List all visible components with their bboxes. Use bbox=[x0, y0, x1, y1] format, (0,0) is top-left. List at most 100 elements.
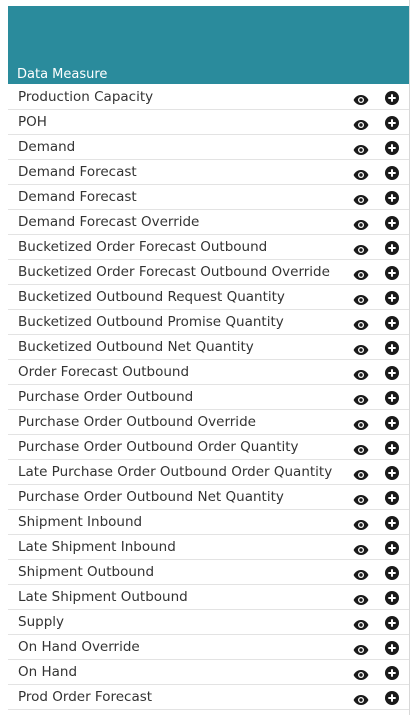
add-circle-icon[interactable] bbox=[385, 215, 399, 230]
eye-icon[interactable] bbox=[353, 216, 369, 230]
eye-icon[interactable] bbox=[353, 491, 369, 505]
eye-icon[interactable] bbox=[353, 616, 369, 630]
add-circle-icon[interactable] bbox=[385, 665, 399, 680]
list-item[interactable]: Shipment Outbound bbox=[8, 560, 409, 585]
measure-label: Prod Order Forecast bbox=[18, 689, 153, 705]
add-circle-icon[interactable] bbox=[385, 340, 399, 355]
eye-icon[interactable] bbox=[353, 266, 369, 280]
list-item[interactable]: Purchase Order Outbound bbox=[8, 385, 409, 410]
eye-icon[interactable] bbox=[353, 391, 369, 405]
list-item[interactable]: Demand Forecast Override bbox=[8, 210, 409, 235]
eye-icon[interactable] bbox=[353, 366, 369, 380]
eye-icon[interactable] bbox=[353, 666, 369, 680]
list-item[interactable]: Order Forecast Outbound bbox=[8, 360, 409, 385]
add-circle-icon[interactable] bbox=[385, 565, 399, 580]
measure-label: Demand Forecast Override bbox=[18, 214, 200, 230]
list-item[interactable]: Prod Order Forecast bbox=[8, 685, 409, 710]
measure-list: Production Capacity POH Demand Demand Forec… bbox=[8, 85, 409, 715]
eye-icon[interactable] bbox=[353, 566, 369, 580]
eye-icon[interactable] bbox=[353, 416, 369, 430]
measure-label: Supply bbox=[18, 614, 65, 630]
add-circle-icon[interactable] bbox=[385, 515, 399, 530]
list-item[interactable]: Purchase Order Outbound Net Quantity bbox=[8, 485, 409, 510]
list-item[interactable]: Bucketized Order Forecast Outbound Overr… bbox=[8, 260, 409, 285]
eye-icon[interactable] bbox=[353, 166, 369, 180]
add-circle-icon[interactable] bbox=[385, 265, 399, 280]
add-circle-icon[interactable] bbox=[385, 465, 399, 480]
list-item[interactable]: Bucketized Outbound Promise Quantity bbox=[8, 310, 409, 335]
eye-icon[interactable] bbox=[353, 141, 369, 155]
add-circle-icon[interactable] bbox=[385, 490, 399, 505]
measure-label: Late Shipment Inbound bbox=[18, 539, 176, 555]
measure-label: Bucketized Outbound Request Quantity bbox=[18, 289, 285, 305]
eye-icon[interactable] bbox=[353, 466, 369, 480]
list-item[interactable]: On Hand Override bbox=[8, 635, 409, 660]
add-circle-icon[interactable] bbox=[385, 315, 399, 330]
add-circle-icon[interactable] bbox=[385, 115, 399, 130]
measure-label: POH bbox=[18, 114, 47, 130]
eye-icon[interactable] bbox=[353, 191, 369, 205]
eye-icon[interactable] bbox=[353, 316, 369, 330]
eye-icon[interactable] bbox=[353, 691, 369, 705]
add-circle-icon[interactable] bbox=[385, 190, 399, 205]
measure-label: Order Forecast Outbound bbox=[18, 364, 190, 380]
measure-label: On Hand bbox=[18, 664, 78, 680]
list-item[interactable]: Late Shipment Inbound bbox=[8, 535, 409, 560]
list-item[interactable]: POH bbox=[8, 110, 409, 135]
measure-label: Purchase Order Outbound Override bbox=[18, 414, 256, 430]
add-circle-icon[interactable] bbox=[385, 540, 399, 555]
add-circle-icon[interactable] bbox=[385, 440, 399, 455]
add-circle-icon[interactable] bbox=[385, 165, 399, 180]
list-item[interactable]: Late Purchase Order Outbound Order Quant… bbox=[8, 460, 409, 485]
list-item[interactable]: Purchase Order Outbound Override bbox=[8, 410, 409, 435]
list-item[interactable]: Supply bbox=[8, 610, 409, 635]
add-circle-icon[interactable] bbox=[385, 290, 399, 305]
list-item[interactable]: Late Shipment Outbound bbox=[8, 585, 409, 610]
add-circle-icon[interactable] bbox=[385, 640, 399, 655]
panel-header: Data Measure bbox=[8, 6, 409, 84]
list-item[interactable]: Bucketized Order Forecast Outbound bbox=[8, 235, 409, 260]
measure-label: Bucketized Outbound Promise Quantity bbox=[18, 314, 284, 330]
add-circle-icon[interactable] bbox=[385, 590, 399, 605]
eye-icon[interactable] bbox=[353, 541, 369, 555]
measure-label: Production Capacity bbox=[18, 89, 154, 105]
list-item[interactable]: Production Capacity bbox=[8, 85, 409, 110]
measure-label: On Hand Override bbox=[18, 639, 140, 655]
eye-icon[interactable] bbox=[353, 641, 369, 655]
eye-icon[interactable] bbox=[353, 91, 369, 105]
add-circle-icon[interactable] bbox=[385, 240, 399, 255]
measure-label: Shipment Inbound bbox=[18, 514, 143, 530]
measure-label: Purchase Order Outbound Net Quantity bbox=[18, 489, 284, 505]
data-measure-panel: Data Measure Production Capacity POH Deman… bbox=[0, 0, 410, 715]
add-circle-icon[interactable] bbox=[385, 90, 399, 105]
add-circle-icon[interactable] bbox=[385, 140, 399, 155]
list-item[interactable]: On Hand bbox=[8, 660, 409, 685]
measure-label: Purchase Order Outbound Order Quantity bbox=[18, 439, 299, 455]
measure-label: Purchase Order Outbound bbox=[18, 389, 194, 405]
list-item[interactable]: Demand Forecast bbox=[8, 160, 409, 185]
measure-label: Demand bbox=[18, 139, 76, 155]
list-item[interactable]: Shipment Inbound bbox=[8, 510, 409, 535]
eye-icon[interactable] bbox=[353, 441, 369, 455]
eye-icon[interactable] bbox=[353, 341, 369, 355]
eye-icon[interactable] bbox=[353, 116, 369, 130]
add-circle-icon[interactable] bbox=[385, 390, 399, 405]
list-item[interactable]: Bucketized Outbound Net Quantity bbox=[8, 335, 409, 360]
eye-icon[interactable] bbox=[353, 241, 369, 255]
eye-icon[interactable] bbox=[353, 516, 369, 530]
measure-label: Late Purchase Order Outbound Order Quant… bbox=[18, 464, 333, 480]
list-item[interactable]: Demand Forecast bbox=[8, 185, 409, 210]
measure-label: Demand Forecast bbox=[18, 189, 137, 205]
eye-icon[interactable] bbox=[353, 291, 369, 305]
add-circle-icon[interactable] bbox=[385, 365, 399, 380]
eye-icon[interactable] bbox=[353, 591, 369, 605]
list-item[interactable]: Purchase Order Outbound Order Quantity bbox=[8, 435, 409, 460]
add-circle-icon[interactable] bbox=[385, 415, 399, 430]
list-item[interactable]: Demand bbox=[8, 135, 409, 160]
measure-label: Bucketized Order Forecast Outbound Overr… bbox=[18, 264, 330, 280]
measure-label: Bucketized Outbound Net Quantity bbox=[18, 339, 254, 355]
list-item[interactable]: Bucketized Outbound Request Quantity bbox=[8, 285, 409, 310]
measure-label: Shipment Outbound bbox=[18, 564, 155, 580]
add-circle-icon[interactable] bbox=[385, 690, 399, 705]
add-circle-icon[interactable] bbox=[385, 615, 399, 630]
